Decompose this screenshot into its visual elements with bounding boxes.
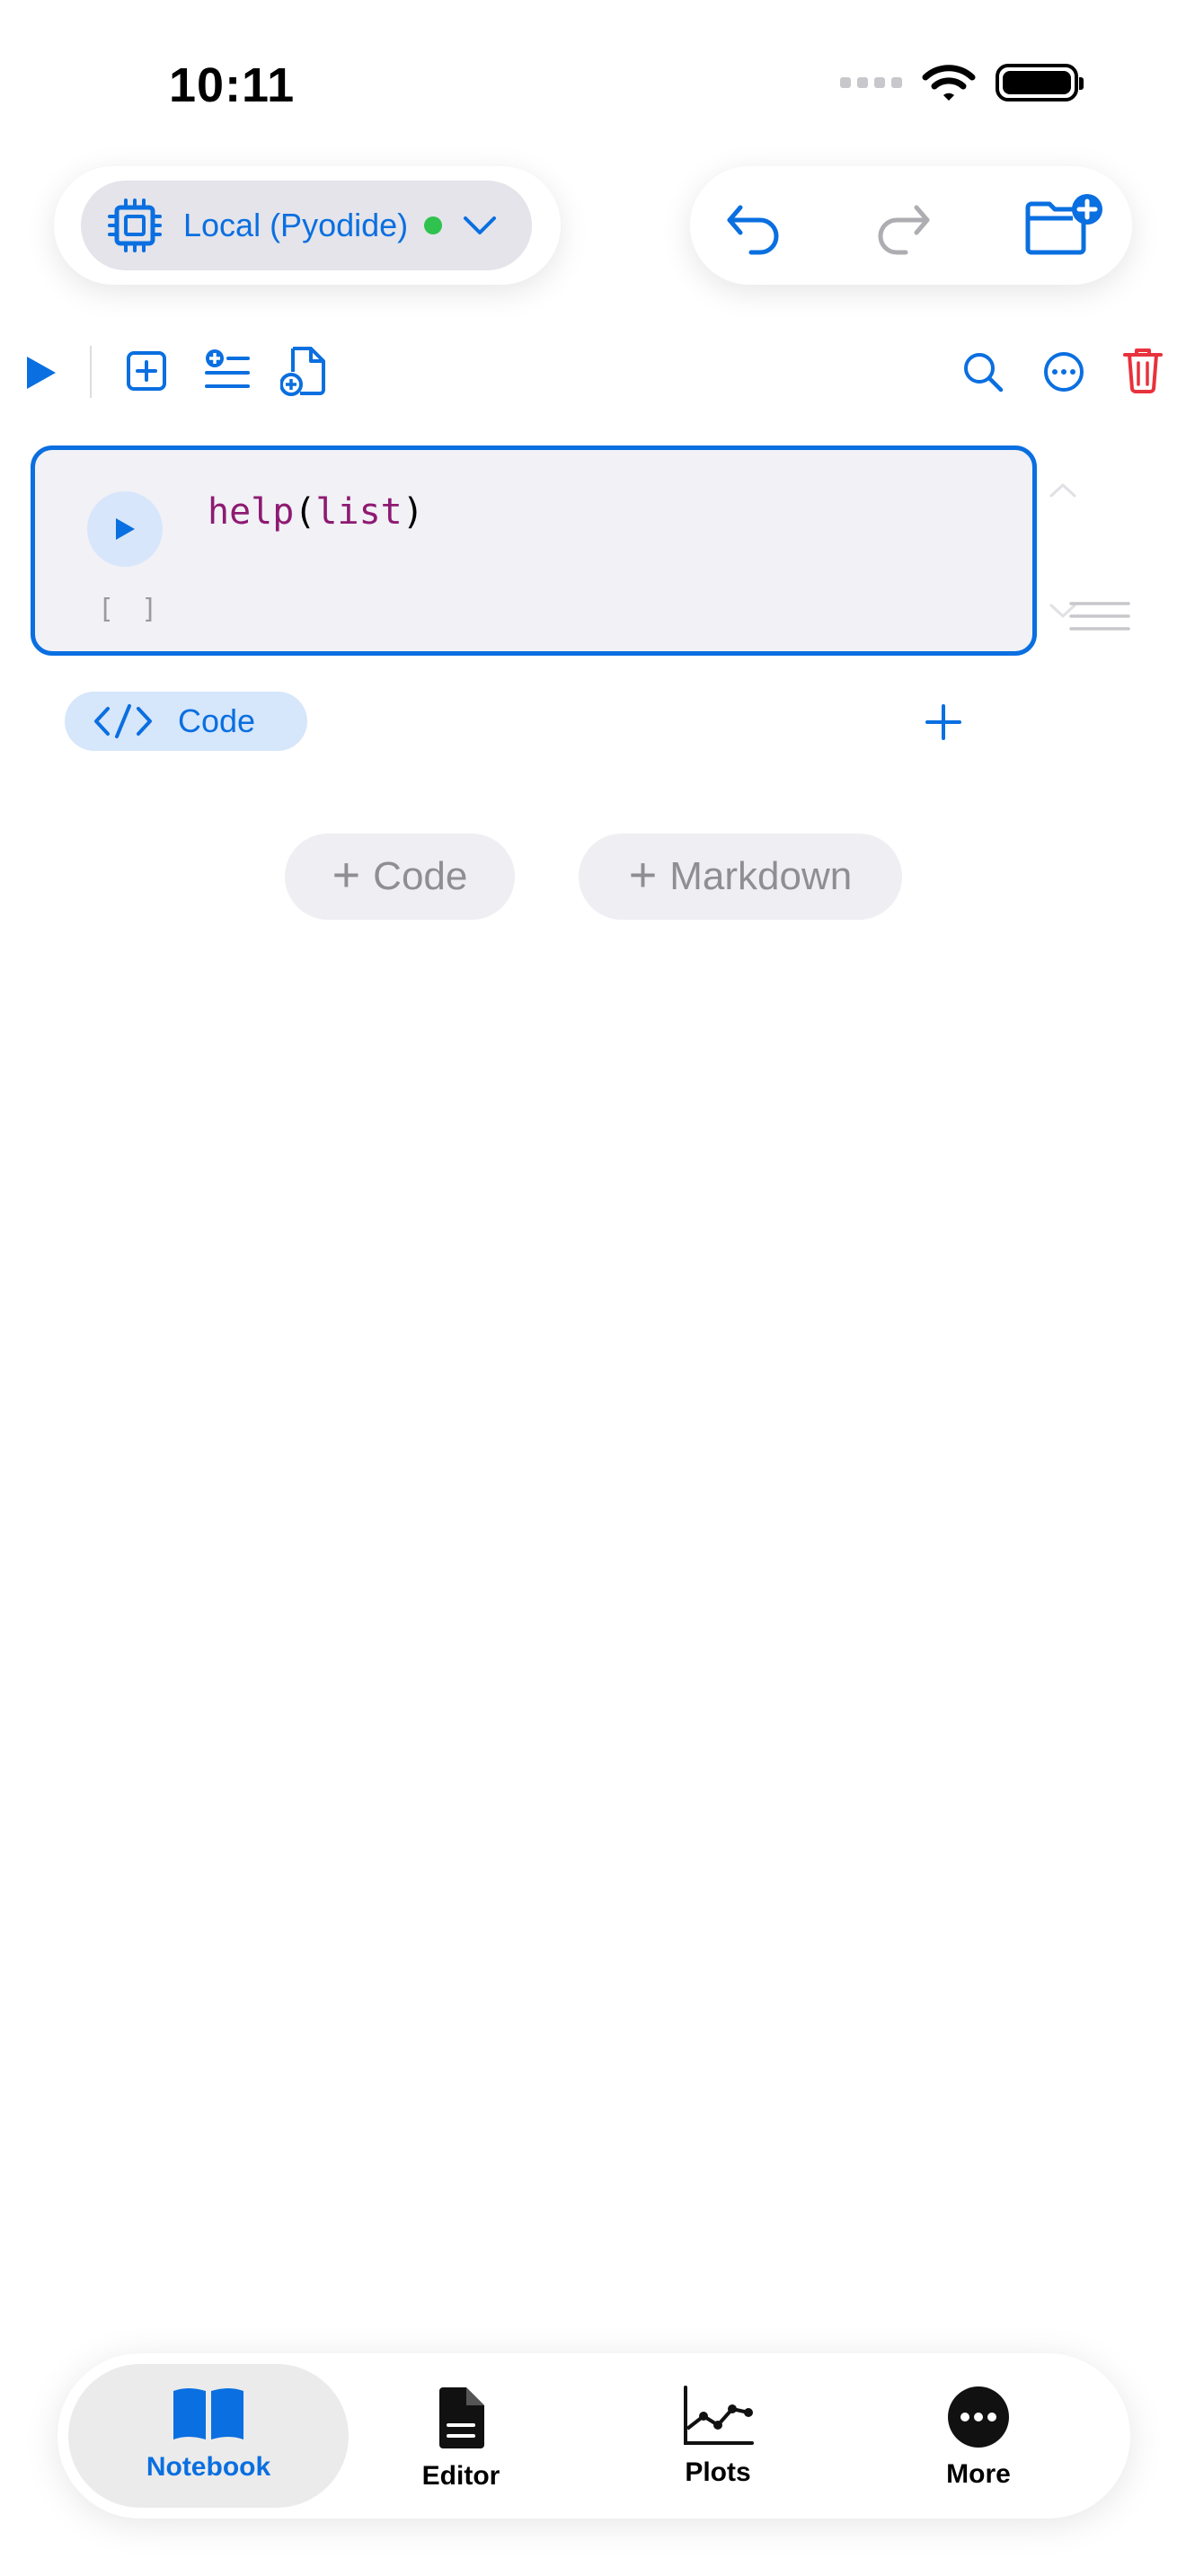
plus-icon: + <box>628 848 658 902</box>
code-editor[interactable]: help(list) <box>208 491 424 533</box>
execution-count: [ ] <box>98 594 164 625</box>
redo-icon[interactable] <box>873 197 933 256</box>
line-chart-icon <box>684 2386 754 2445</box>
tab-plots[interactable]: Plots <box>615 2364 821 2508</box>
run-all-icon[interactable] <box>23 353 59 393</box>
kernel-selector[interactable]: Local (Pyodide) <box>81 181 532 270</box>
cellular-signal-icon <box>840 77 902 88</box>
undo-icon[interactable] <box>724 197 783 256</box>
cpu-chip-icon <box>108 198 162 252</box>
run-cell-button[interactable] <box>87 491 163 567</box>
new-file-icon[interactable] <box>280 345 329 397</box>
code-paren-open: ( <box>294 491 316 533</box>
code-brackets-icon <box>94 704 152 738</box>
code-cell[interactable]: help(list) [ ] <box>31 446 1037 656</box>
header-actions <box>690 166 1132 285</box>
cell-type-label: Code <box>178 702 256 739</box>
tab-label: More <box>946 2459 1011 2489</box>
code-function-name: help <box>208 491 295 533</box>
tab-label: Notebook <box>146 2452 271 2482</box>
tab-bar: Notebook Editor Plots More <box>58 2353 1130 2519</box>
code-paren-close: ) <box>402 491 424 533</box>
add-markdown-cell-button[interactable]: + Markdown <box>579 834 902 920</box>
toolbar-divider <box>90 346 92 398</box>
search-icon[interactable] <box>961 350 1005 393</box>
folder-plus-icon[interactable] <box>1024 193 1105 256</box>
battery-icon <box>996 64 1084 101</box>
chevron-down-icon <box>464 216 497 234</box>
play-icon <box>116 518 135 540</box>
cell-type-selector[interactable]: Code <box>65 692 307 751</box>
tab-more[interactable]: More <box>875 2364 1082 2508</box>
kernel-status-dot <box>424 216 443 234</box>
add-markdown-label: Markdown <box>669 854 853 898</box>
ellipsis-icon <box>948 2386 1009 2448</box>
add-code-cell-button[interactable]: + Code <box>285 834 515 920</box>
kernel-label: Local (Pyodide) <box>183 207 409 243</box>
book-icon <box>173 2388 243 2439</box>
add-code-label: Code <box>373 854 468 898</box>
code-argument: list <box>315 491 403 533</box>
trash-icon[interactable] <box>1123 347 1163 393</box>
plus-icon: + <box>332 848 361 902</box>
status-indicators <box>840 63 1084 102</box>
add-cell-icon[interactable] <box>126 350 167 392</box>
tab-editor[interactable]: Editor <box>354 2364 568 2508</box>
wifi-icon <box>922 65 976 101</box>
tab-label: Editor <box>421 2461 500 2491</box>
status-time: 10:11 <box>169 58 296 112</box>
insert-below-icon[interactable] <box>205 348 250 393</box>
tab-label: Plots <box>685 2457 751 2487</box>
drag-handle-icon[interactable] <box>1069 598 1130 634</box>
tab-notebook[interactable]: Notebook <box>68 2364 349 2508</box>
kernel-selector-container: Local (Pyodide) <box>54 166 561 285</box>
move-up-icon[interactable] <box>1048 481 1078 499</box>
add-cell-below-icon[interactable] <box>924 702 963 742</box>
ellipsis-circle-icon[interactable] <box>1042 350 1085 393</box>
document-icon <box>439 2387 484 2448</box>
